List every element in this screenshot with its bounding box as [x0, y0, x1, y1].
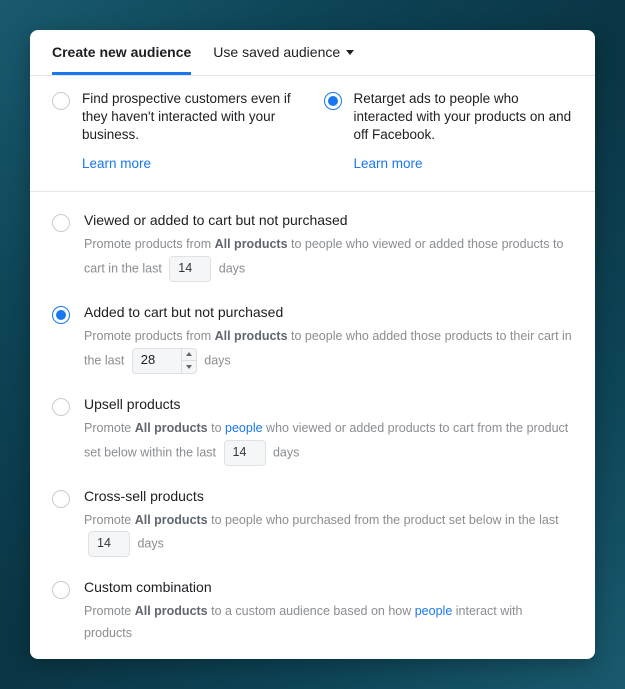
option-upsell[interactable]: Upsell products Promote All products to … — [52, 396, 573, 466]
radio-added-not-purchased[interactable] — [52, 306, 70, 324]
option-cross-title: Cross-sell products — [84, 488, 573, 504]
option-added-desc: Promote products from All products to pe… — [84, 326, 573, 374]
chevron-down-icon — [346, 50, 354, 55]
days-field-viewed[interactable]: 14 — [169, 256, 211, 282]
option-added-title: Added to cart but not purchased — [84, 304, 573, 320]
people-link[interactable]: people — [225, 421, 263, 435]
text: to — [208, 421, 225, 435]
text: Promote — [84, 513, 135, 527]
option-retarget-text: Retarget ads to people who interacted wi… — [354, 90, 574, 145]
days-field-added[interactable]: 28 — [132, 348, 197, 374]
radio-viewed-or-added[interactable] — [52, 214, 70, 232]
text: to a custom audience based on how — [208, 604, 415, 618]
learn-more-prospective[interactable]: Learn more — [82, 155, 151, 173]
retarget-options-list: Viewed or added to cart but not purchase… — [30, 192, 595, 659]
text: Promote products from — [84, 329, 215, 343]
product-set: All products — [215, 237, 288, 251]
radio-custom-combination[interactable] — [52, 581, 70, 599]
days-field-upsell[interactable]: 14 — [224, 440, 266, 466]
tabs-row: Create new audience Use saved audience — [30, 30, 595, 76]
people-link[interactable]: people — [415, 604, 453, 618]
option-custom-desc: Promote All products to a custom audienc… — [84, 601, 573, 645]
text: Promote — [84, 421, 135, 435]
text: to people who purchased from the product… — [208, 513, 559, 527]
option-prospective-body: Find prospective customers even if they … — [82, 90, 302, 173]
stepper — [181, 349, 196, 373]
product-set: All products — [135, 513, 208, 527]
option-viewed-desc: Promote products from All products to pe… — [84, 234, 573, 282]
option-added-not-purchased[interactable]: Added to cart but not purchased Promote … — [52, 304, 573, 374]
option-upsell-desc: Promote All products to people who viewe… — [84, 418, 573, 466]
learn-more-retarget[interactable]: Learn more — [354, 155, 423, 173]
radio-cross-sell[interactable] — [52, 490, 70, 508]
step-up-button[interactable] — [182, 349, 196, 361]
option-viewed-or-added[interactable]: Viewed or added to cart but not purchase… — [52, 212, 573, 282]
option-prospective-text: Find prospective customers even if they … — [82, 90, 302, 145]
option-viewed-title: Viewed or added to cart but not purchase… — [84, 212, 573, 228]
tab-create-new-audience[interactable]: Create new audience — [52, 30, 191, 75]
radio-upsell[interactable] — [52, 398, 70, 416]
text: days — [204, 353, 230, 367]
prospect-vs-retarget: Find prospective customers even if they … — [30, 76, 595, 192]
audience-card: Create new audience Use saved audience F… — [30, 30, 595, 659]
text: days — [273, 445, 299, 459]
chevron-down-icon — [186, 365, 192, 369]
tab-use-saved-audience-label: Use saved audience — [213, 44, 340, 60]
step-down-button[interactable] — [182, 361, 196, 373]
radio-retarget[interactable] — [324, 92, 342, 110]
option-cross-desc: Promote All products to people who purch… — [84, 510, 573, 558]
option-retarget[interactable]: Retarget ads to people who interacted wi… — [324, 90, 574, 173]
option-cross-sell[interactable]: Cross-sell products Promote All products… — [52, 488, 573, 558]
days-value: 14 — [225, 441, 265, 465]
option-prospective[interactable]: Find prospective customers even if they … — [52, 90, 302, 173]
product-set: All products — [135, 604, 208, 618]
option-retarget-body: Retarget ads to people who interacted wi… — [354, 90, 574, 173]
days-value: 14 — [89, 532, 129, 556]
option-upsell-title: Upsell products — [84, 396, 573, 412]
days-value: 14 — [170, 257, 210, 281]
product-set: All products — [215, 329, 288, 343]
option-custom-title: Custom combination — [84, 579, 573, 595]
option-custom-combination[interactable]: Custom combination Promote All products … — [52, 579, 573, 645]
text: Promote — [84, 604, 135, 618]
product-set: All products — [135, 421, 208, 435]
tab-use-saved-audience[interactable]: Use saved audience — [213, 30, 354, 75]
days-field-cross[interactable]: 14 — [88, 531, 130, 557]
days-value: 28 — [133, 349, 181, 373]
chevron-up-icon — [186, 352, 192, 356]
text: Promote products from — [84, 237, 215, 251]
text: days — [137, 537, 163, 551]
radio-prospective[interactable] — [52, 92, 70, 110]
text: days — [219, 261, 245, 275]
